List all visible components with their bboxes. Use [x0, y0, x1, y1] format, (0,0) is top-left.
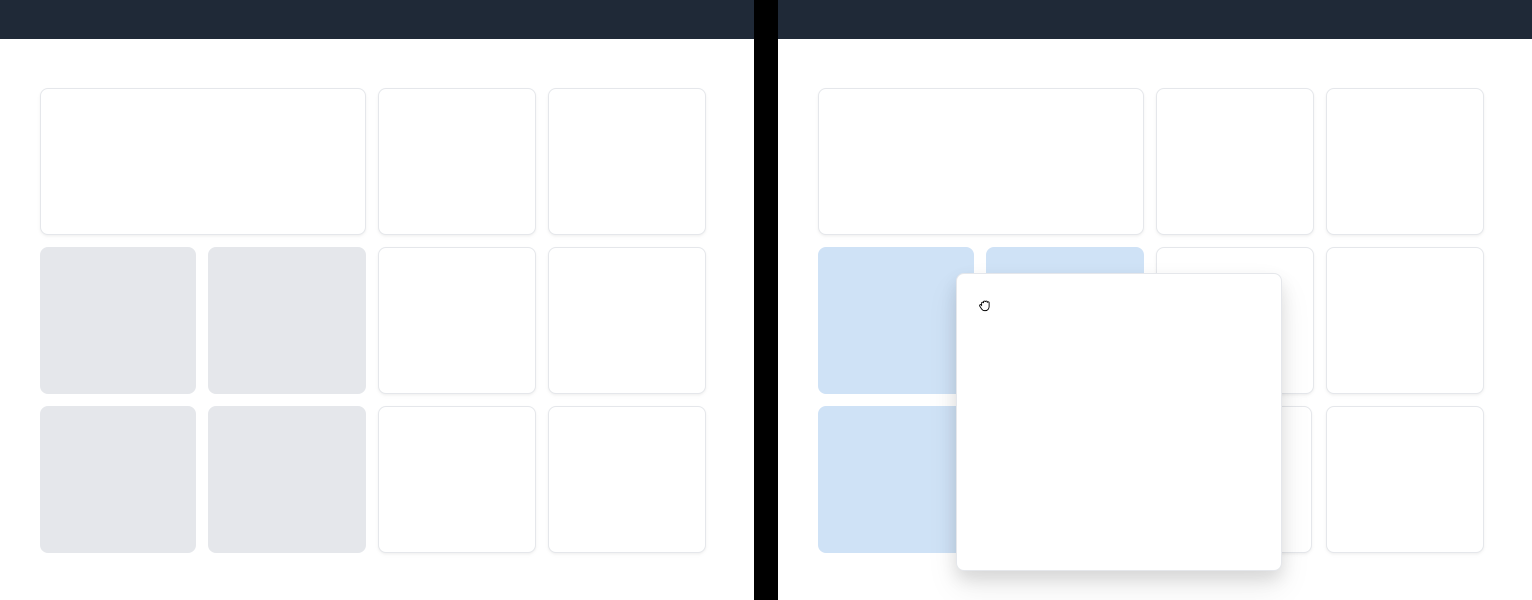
card-d[interactable]	[378, 247, 536, 394]
card-large[interactable]	[40, 88, 366, 235]
card-ghost-2[interactable]	[208, 247, 366, 394]
card-g[interactable]	[1326, 406, 1484, 553]
dashboard-grid	[818, 88, 1492, 600]
card-ghost-4[interactable]	[208, 406, 366, 553]
card-large[interactable]	[818, 88, 1144, 235]
card-f[interactable]	[378, 406, 536, 553]
card-c[interactable]	[548, 88, 706, 235]
topbar	[0, 0, 754, 39]
card-c[interactable]	[1326, 88, 1484, 235]
topbar	[778, 0, 1532, 39]
card-slot-3[interactable]	[818, 406, 974, 553]
card-ghost-1[interactable]	[40, 247, 196, 394]
card-b[interactable]	[1156, 88, 1314, 235]
demo-pane-before	[0, 0, 754, 600]
card-e[interactable]	[548, 247, 706, 394]
dragging-card[interactable]	[956, 273, 1282, 571]
card-e[interactable]	[1326, 247, 1484, 394]
card-g[interactable]	[548, 406, 706, 553]
demo-pane-dragging	[778, 0, 1532, 600]
card-ghost-3[interactable]	[40, 406, 196, 553]
pane-divider	[754, 0, 778, 600]
card-slot-1[interactable]	[818, 247, 974, 394]
dashboard-grid	[40, 88, 714, 600]
card-b[interactable]	[378, 88, 536, 235]
